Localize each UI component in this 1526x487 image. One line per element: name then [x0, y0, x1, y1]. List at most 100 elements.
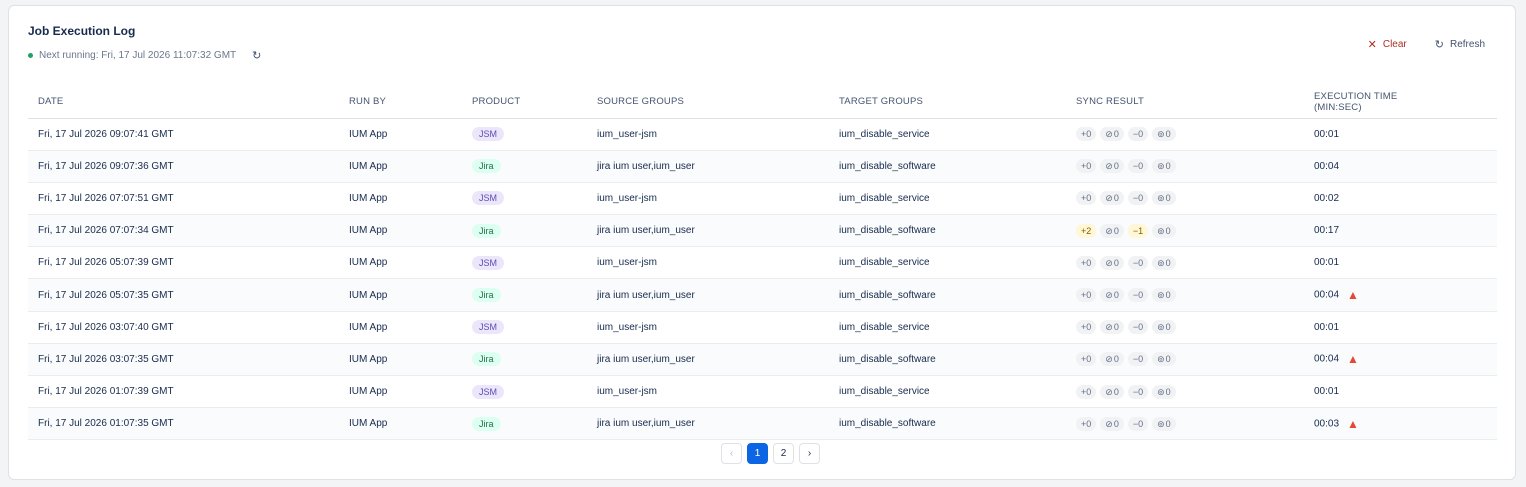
- linked-count-badge: ⊚ 0: [1152, 416, 1176, 431]
- column-header-product[interactable]: PRODUCT: [462, 86, 587, 119]
- linked-count: 0: [1165, 354, 1171, 365]
- link-icon: ⊚: [1157, 354, 1165, 365]
- sync-result-chips: +0 ⊘ 0 −0 ⊚ 0: [1076, 127, 1304, 142]
- removed-count-badge: −0: [1127, 384, 1149, 399]
- link-icon: ⊚: [1157, 290, 1165, 301]
- cell-execution-time: 00:04: [1304, 150, 1497, 183]
- linked-count-badge: ⊚ 0: [1152, 288, 1176, 303]
- execution-time-value: 00:01: [1314, 128, 1340, 140]
- removed-count-badge: −0: [1127, 288, 1149, 303]
- product-badge: JSM: [472, 384, 504, 399]
- link-icon: ⊚: [1157, 418, 1165, 429]
- linked-count: 0: [1165, 257, 1171, 268]
- product-badge: JSM: [472, 255, 504, 270]
- cell-source-groups: jira ium user,ium_user: [587, 343, 829, 377]
- link-icon: ⊚: [1157, 193, 1165, 204]
- block-icon: ⊘: [1105, 129, 1113, 140]
- skipped-count-badge: ⊘ 0: [1100, 191, 1124, 206]
- prev-page-button[interactable]: ‹: [721, 443, 742, 464]
- cell-product: JSM: [462, 182, 587, 216]
- next-running-text: Next running: Fri, 17 Jul 2026 11:07:32 …: [39, 50, 237, 61]
- table-row[interactable]: Fri, 17 Jul 2026 03:07:40 GMT IUM App JSM i…: [28, 311, 1497, 344]
- skipped-count: 0: [1113, 322, 1119, 333]
- added-count-badge: +0: [1076, 191, 1097, 206]
- cell-target-groups: ium_disable_software: [829, 343, 1066, 377]
- skipped-count: 0: [1113, 418, 1119, 429]
- block-icon: ⊘: [1105, 322, 1113, 333]
- link-icon: ⊚: [1157, 161, 1165, 172]
- cell-execution-time: 00:03 ▲: [1304, 407, 1497, 441]
- table-row[interactable]: Fri, 17 Jul 2026 01:07:35 GMT IUM App Jira…: [28, 407, 1497, 441]
- execution-time-value: 00:01: [1314, 257, 1340, 269]
- execution-time-value: 00:04: [1314, 160, 1340, 172]
- table-header-row: DATE RUN BY PRODUCT SOURCE GROUPS TARGET…: [28, 86, 1497, 119]
- cell-sync-result: +0 ⊘ 0 −0 ⊚ 0: [1066, 278, 1304, 312]
- page-button-2[interactable]: 2: [773, 443, 794, 464]
- warning-triangle-icon[interactable]: ▲: [1347, 352, 1359, 366]
- table-row[interactable]: Fri, 17 Jul 2026 05:07:35 GMT IUM App Jira…: [28, 278, 1497, 312]
- reload-schedule-icon[interactable]: ↻: [252, 49, 261, 62]
- linked-count: 0: [1165, 161, 1171, 172]
- product-badge: Jira: [472, 223, 501, 238]
- column-header-target-groups[interactable]: TARGET GROUPS: [829, 86, 1066, 119]
- added-count-badge: +0: [1076, 384, 1097, 399]
- added-count-badge: +0: [1076, 127, 1097, 142]
- cell-run-by: IUM App: [339, 278, 462, 312]
- table-row[interactable]: Fri, 17 Jul 2026 09:07:41 GMT IUM App JSM i…: [28, 118, 1497, 151]
- sync-result-chips: +0 ⊘ 0 −0 ⊚ 0: [1076, 191, 1304, 206]
- cell-product: Jira: [462, 407, 587, 441]
- linked-count: 0: [1165, 193, 1171, 204]
- execution-log-table: DATE RUN BY PRODUCT SOURCE GROUPS TARGET…: [28, 86, 1497, 441]
- table-row[interactable]: Fri, 17 Jul 2026 07:07:51 GMT IUM App JSM i…: [28, 182, 1497, 216]
- column-header-sync-result[interactable]: SYNC RESULT: [1066, 86, 1304, 119]
- cell-execution-time: 00:01: [1304, 375, 1497, 409]
- removed-count-badge: −0: [1127, 159, 1149, 174]
- column-header-run-by[interactable]: RUN BY: [339, 86, 462, 119]
- page-button-1[interactable]: 1: [747, 443, 768, 464]
- linked-count-badge: ⊚ 0: [1152, 320, 1176, 335]
- link-icon: ⊚: [1157, 257, 1165, 268]
- table-row[interactable]: Fri, 17 Jul 2026 07:07:34 GMT IUM App Jira…: [28, 214, 1497, 248]
- skipped-count: 0: [1113, 354, 1119, 365]
- linked-count-badge: ⊚ 0: [1152, 223, 1176, 238]
- next-running-status: Next running: Fri, 17 Jul 2026 11:07:32 …: [28, 49, 261, 62]
- table-row[interactable]: Fri, 17 Jul 2026 01:07:39 GMT IUM App JSM i…: [28, 375, 1497, 409]
- removed-count-badge: −1: [1127, 223, 1149, 238]
- skipped-count-badge: ⊘ 0: [1100, 288, 1124, 303]
- warning-triangle-icon[interactable]: ▲: [1347, 288, 1359, 302]
- skipped-count: 0: [1113, 193, 1119, 204]
- removed-count-badge: −0: [1127, 320, 1149, 335]
- cell-sync-result: +0 ⊘ 0 −0 ⊚ 0: [1066, 246, 1304, 280]
- cell-sync-result: +0 ⊘ 0 −0 ⊚ 0: [1066, 150, 1304, 183]
- cell-date: Fri, 17 Jul 2026 01:07:35 GMT: [28, 407, 339, 441]
- block-icon: ⊘: [1105, 354, 1113, 365]
- cell-run-by: IUM App: [339, 214, 462, 248]
- next-page-button[interactable]: ›: [799, 443, 820, 464]
- refresh-button[interactable]: ↻ Refresh: [1435, 38, 1485, 51]
- page-title: Job Execution Log: [28, 24, 136, 38]
- column-header-source-groups[interactable]: SOURCE GROUPS: [587, 86, 829, 119]
- clear-button[interactable]: ✕ Clear: [1368, 38, 1407, 51]
- skipped-count: 0: [1113, 161, 1119, 172]
- cell-execution-time: 00:04 ▲: [1304, 343, 1497, 377]
- cell-source-groups: ium_user-jsm: [587, 182, 829, 216]
- cell-target-groups: ium_disable_service: [829, 118, 1066, 151]
- block-icon: ⊘: [1105, 193, 1113, 204]
- block-icon: ⊘: [1105, 418, 1113, 429]
- block-icon: ⊘: [1105, 161, 1113, 172]
- linked-count: 0: [1165, 290, 1171, 301]
- column-header-execution-time[interactable]: EXECUTION TIME (MIN:SEC): [1304, 86, 1497, 119]
- skipped-count-badge: ⊘ 0: [1100, 352, 1124, 367]
- cell-date: Fri, 17 Jul 2026 01:07:39 GMT: [28, 375, 339, 409]
- cell-sync-result: +0 ⊘ 0 −0 ⊚ 0: [1066, 343, 1304, 377]
- table-row[interactable]: Fri, 17 Jul 2026 05:07:39 GMT IUM App JSM i…: [28, 246, 1497, 280]
- product-badge: JSM: [472, 320, 504, 335]
- table-row[interactable]: Fri, 17 Jul 2026 03:07:35 GMT IUM App Jira…: [28, 343, 1497, 377]
- cell-date: Fri, 17 Jul 2026 05:07:35 GMT: [28, 278, 339, 312]
- column-header-date[interactable]: DATE: [28, 86, 339, 119]
- linked-count-badge: ⊚ 0: [1152, 127, 1176, 142]
- cell-sync-result: +2 ⊘ 0 −1 ⊚ 0: [1066, 214, 1304, 248]
- skipped-count: 0: [1113, 386, 1119, 397]
- table-row[interactable]: Fri, 17 Jul 2026 09:07:36 GMT IUM App Jira…: [28, 150, 1497, 183]
- warning-triangle-icon[interactable]: ▲: [1347, 417, 1359, 431]
